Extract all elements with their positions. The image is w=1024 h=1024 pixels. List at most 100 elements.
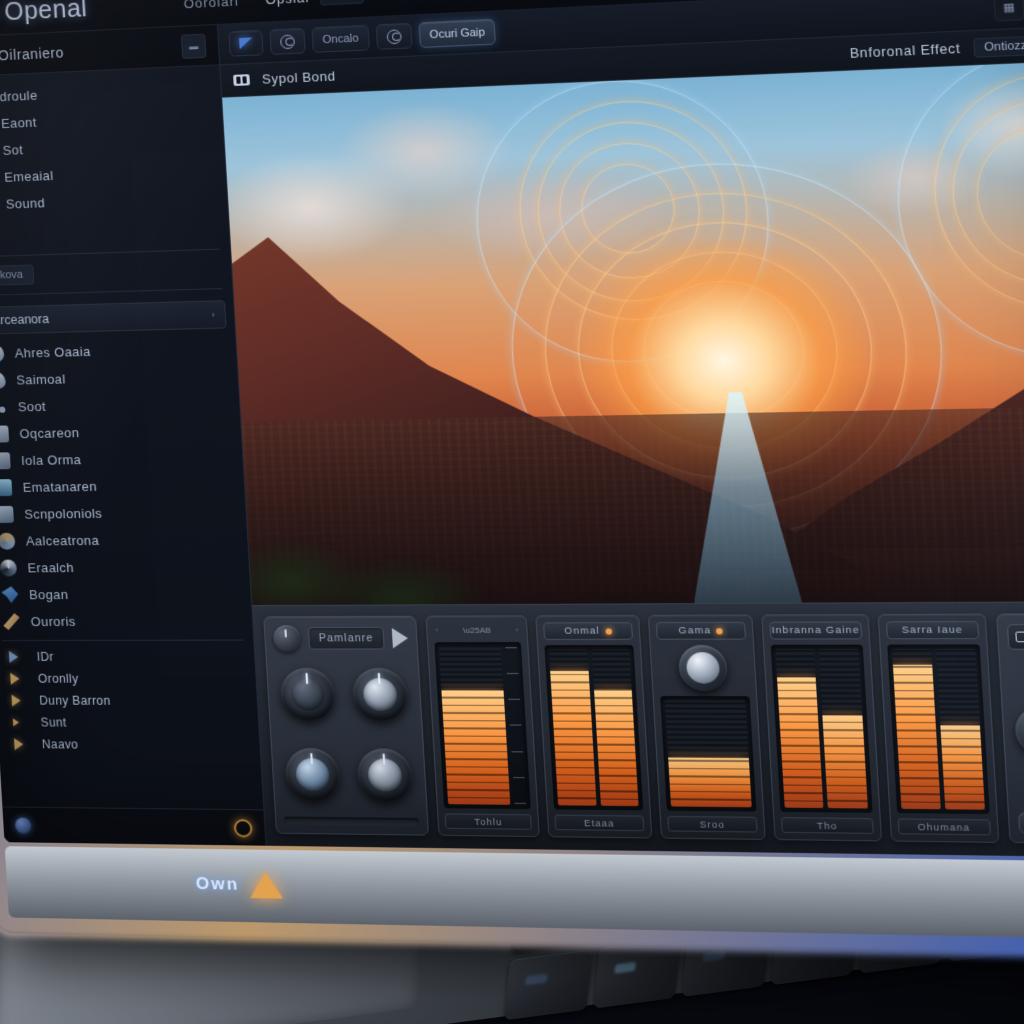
level-meter: [819, 649, 868, 809]
status-dot-icon[interactable]: [15, 817, 32, 833]
sidebar-section-header[interactable]: Arceanora ›: [0, 300, 227, 335]
screenshot-stage: Openal Oorolari Opslal ▤ ⬤ ◖: [0, 0, 1024, 1024]
canvas-header-spacer: [348, 54, 836, 76]
knob-section: Pamlanre: [263, 616, 429, 836]
browse-button[interactable]: Oncalo: [311, 25, 369, 53]
strip-2: Onmal: [536, 615, 653, 839]
level-meter: [936, 649, 985, 810]
meter-group: [660, 696, 757, 812]
frame-button[interactable]: [1007, 624, 1024, 650]
sidebar-tab-tkova[interactable]: Tkova: [0, 265, 34, 286]
power-knob[interactable]: [273, 625, 301, 651]
rotate-button[interactable]: [269, 28, 305, 55]
sidebar-item-eraalch[interactable]: Eraalch: [0, 553, 250, 582]
menu-item-0[interactable]: Oorolari: [183, 0, 239, 11]
strip-4: Inbranna Gaine: [761, 614, 881, 841]
laptop-brand: Own: [195, 871, 283, 899]
sidebar-item-label: Soot: [18, 399, 47, 414]
led-indicator: [514, 627, 521, 633]
sidebar-item-label: Sunt: [40, 716, 67, 730]
meter-fill: [441, 691, 510, 805]
knob-gain[interactable]: [280, 668, 337, 721]
triangle-right-icon: [13, 718, 30, 726]
triangle-right-icon: [10, 673, 27, 685]
sidebar-item-ouroris[interactable]: Ouroris: [0, 607, 253, 635]
sidebar-item-label: Iola Orma: [21, 452, 82, 468]
layers-icon[interactable]: ▦: [993, 0, 1024, 21]
meter-fill: [940, 726, 985, 810]
knob-mix[interactable]: [284, 748, 341, 801]
preset-a-button[interactable]: [1018, 812, 1024, 834]
strip-micro-label: \u25AB: [463, 625, 491, 634]
level-meter: [665, 700, 752, 807]
strip-label: Tho: [781, 817, 873, 834]
strip-head[interactable]: Gama: [656, 622, 747, 640]
sidebar-item-label: Bogan: [29, 587, 69, 602]
strip-3: Gama: [648, 614, 766, 840]
sidebar-primary-group: droule Eaont Sot: [0, 65, 230, 251]
sidebar-tree-item-sunt[interactable]: Sunt: [0, 711, 259, 734]
meter-fill: [823, 716, 868, 809]
key[interactable]: [593, 938, 681, 1009]
sidebar-item-scnpoloniols[interactable]: Scnpoloniols: [0, 498, 247, 528]
meter-fill: [551, 671, 597, 806]
strip-label: Etaaa: [555, 815, 644, 832]
sidebar-tree-item-oronlly[interactable]: Oronlly: [0, 668, 256, 690]
master-knob-left[interactable]: [1014, 706, 1024, 755]
note-icon: [0, 506, 14, 523]
sidebar-item-bogan[interactable]: Bogan: [0, 580, 251, 608]
strip-head[interactable]: Onmal: [543, 622, 632, 640]
sidebar-item-label: IDr: [36, 650, 54, 664]
strip-head[interactable]: Sarra Iaue: [885, 621, 979, 639]
strip-head-label: Sarra Iaue: [901, 624, 963, 636]
cursor-tool-button[interactable]: [228, 30, 263, 57]
sidebar-item-label: Aalceatrona: [25, 533, 99, 549]
circle-arrow-icon: [386, 29, 401, 44]
knob-section-header: Pamlanre: [273, 625, 409, 652]
menu-item-1[interactable]: Opslal: [265, 0, 310, 7]
level-meter: [892, 649, 941, 809]
table-icon: [0, 425, 9, 442]
meter-fill: [594, 690, 639, 806]
sidebar-tree-item-idr[interactable]: IDr: [0, 646, 255, 668]
triangle-right-icon: [14, 738, 31, 750]
knob-tone[interactable]: [352, 668, 409, 721]
eye-icon: [0, 345, 4, 362]
knob-depth[interactable]: [356, 749, 413, 802]
level-meter: [439, 646, 511, 805]
sidebar-item-label: Ahres Oaaia: [14, 344, 91, 361]
strip-3-knob[interactable]: [678, 645, 729, 691]
frame-icon: [1015, 631, 1024, 642]
mixer-panel: Pamlanre: [252, 601, 1024, 858]
sidebar-tabs: Tkova: [0, 254, 232, 290]
sidebar-item-ematanaren[interactable]: Ematanaren: [0, 471, 245, 502]
sidebar-item-iolaorma[interactable]: Iola Orma: [0, 443, 243, 474]
knob-section-label: Pamlanre: [308, 627, 385, 650]
sidebar-tree-item-dunybarron[interactable]: Duny Barron: [0, 690, 258, 713]
sidebar-item-label: Ouroris: [30, 614, 76, 629]
sidebar-collapse-button[interactable]: ▬: [181, 33, 207, 58]
sidebar-item-label: Duny Barron: [39, 694, 111, 708]
knob-section-slot: [284, 817, 419, 827]
sidebar-item-label: Sound: [5, 195, 45, 211]
main-area: Oncalo Ocuri Gaip ▦ ◑ ● Sy: [218, 0, 1024, 858]
right-rack: [996, 613, 1024, 845]
sidebar-item-aalceatrona[interactable]: Aalceatrona: [0, 525, 248, 555]
current-group-button[interactable]: Ocuri Gaip: [418, 19, 496, 48]
play-triangle-icon[interactable]: [392, 628, 409, 648]
sidebar-scroll-area[interactable]: Ahres Oaaia Saimoal Soot: [0, 334, 263, 809]
artwork-canvas[interactable]: [222, 59, 1024, 605]
strip-head[interactable]: Inbranna Gaine: [770, 621, 862, 639]
key[interactable]: [504, 950, 592, 1021]
sidebar-footer: [2, 807, 265, 846]
record-ring-icon[interactable]: [233, 819, 252, 837]
pin-icon: [0, 372, 6, 389]
refresh-button[interactable]: [376, 23, 413, 50]
meter-group: [771, 645, 872, 813]
meter-group: [434, 642, 531, 809]
strip-label: Tohlu: [445, 813, 533, 829]
sidebar-item-label: droule: [0, 88, 38, 105]
sidebar-divider: [2, 640, 243, 641]
globe-icon: [0, 533, 16, 550]
sidebar-tree-item-naavo[interactable]: Naavo: [0, 733, 260, 757]
